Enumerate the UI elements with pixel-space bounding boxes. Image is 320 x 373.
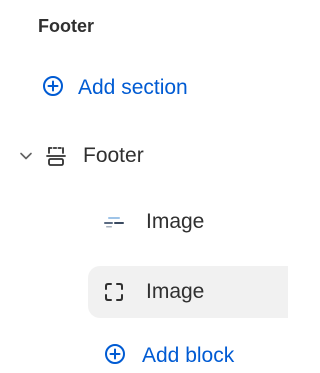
- image-thumbnail-icon: [102, 210, 126, 234]
- add-block-button[interactable]: Add block: [104, 340, 234, 372]
- block-label: Image: [146, 280, 205, 303]
- plus-circle-icon: [42, 75, 64, 102]
- add-block-label: Add block: [142, 344, 235, 367]
- section-title: Footer: [38, 16, 94, 36]
- block-item-image-2[interactable]: Image: [88, 266, 288, 318]
- image-placeholder-icon: [102, 280, 126, 304]
- block-label: Image: [146, 210, 205, 233]
- block-item-image-1[interactable]: Image: [88, 196, 288, 248]
- add-section-button[interactable]: Add section: [42, 72, 188, 104]
- footer-group-item[interactable]: Footer: [18, 140, 144, 172]
- footer-layout-icon: [44, 144, 68, 168]
- add-section-label: Add section: [78, 76, 188, 99]
- footer-group-label: Footer: [83, 144, 144, 167]
- chevron-down-icon[interactable]: [18, 148, 34, 164]
- plus-circle-icon: [104, 343, 126, 370]
